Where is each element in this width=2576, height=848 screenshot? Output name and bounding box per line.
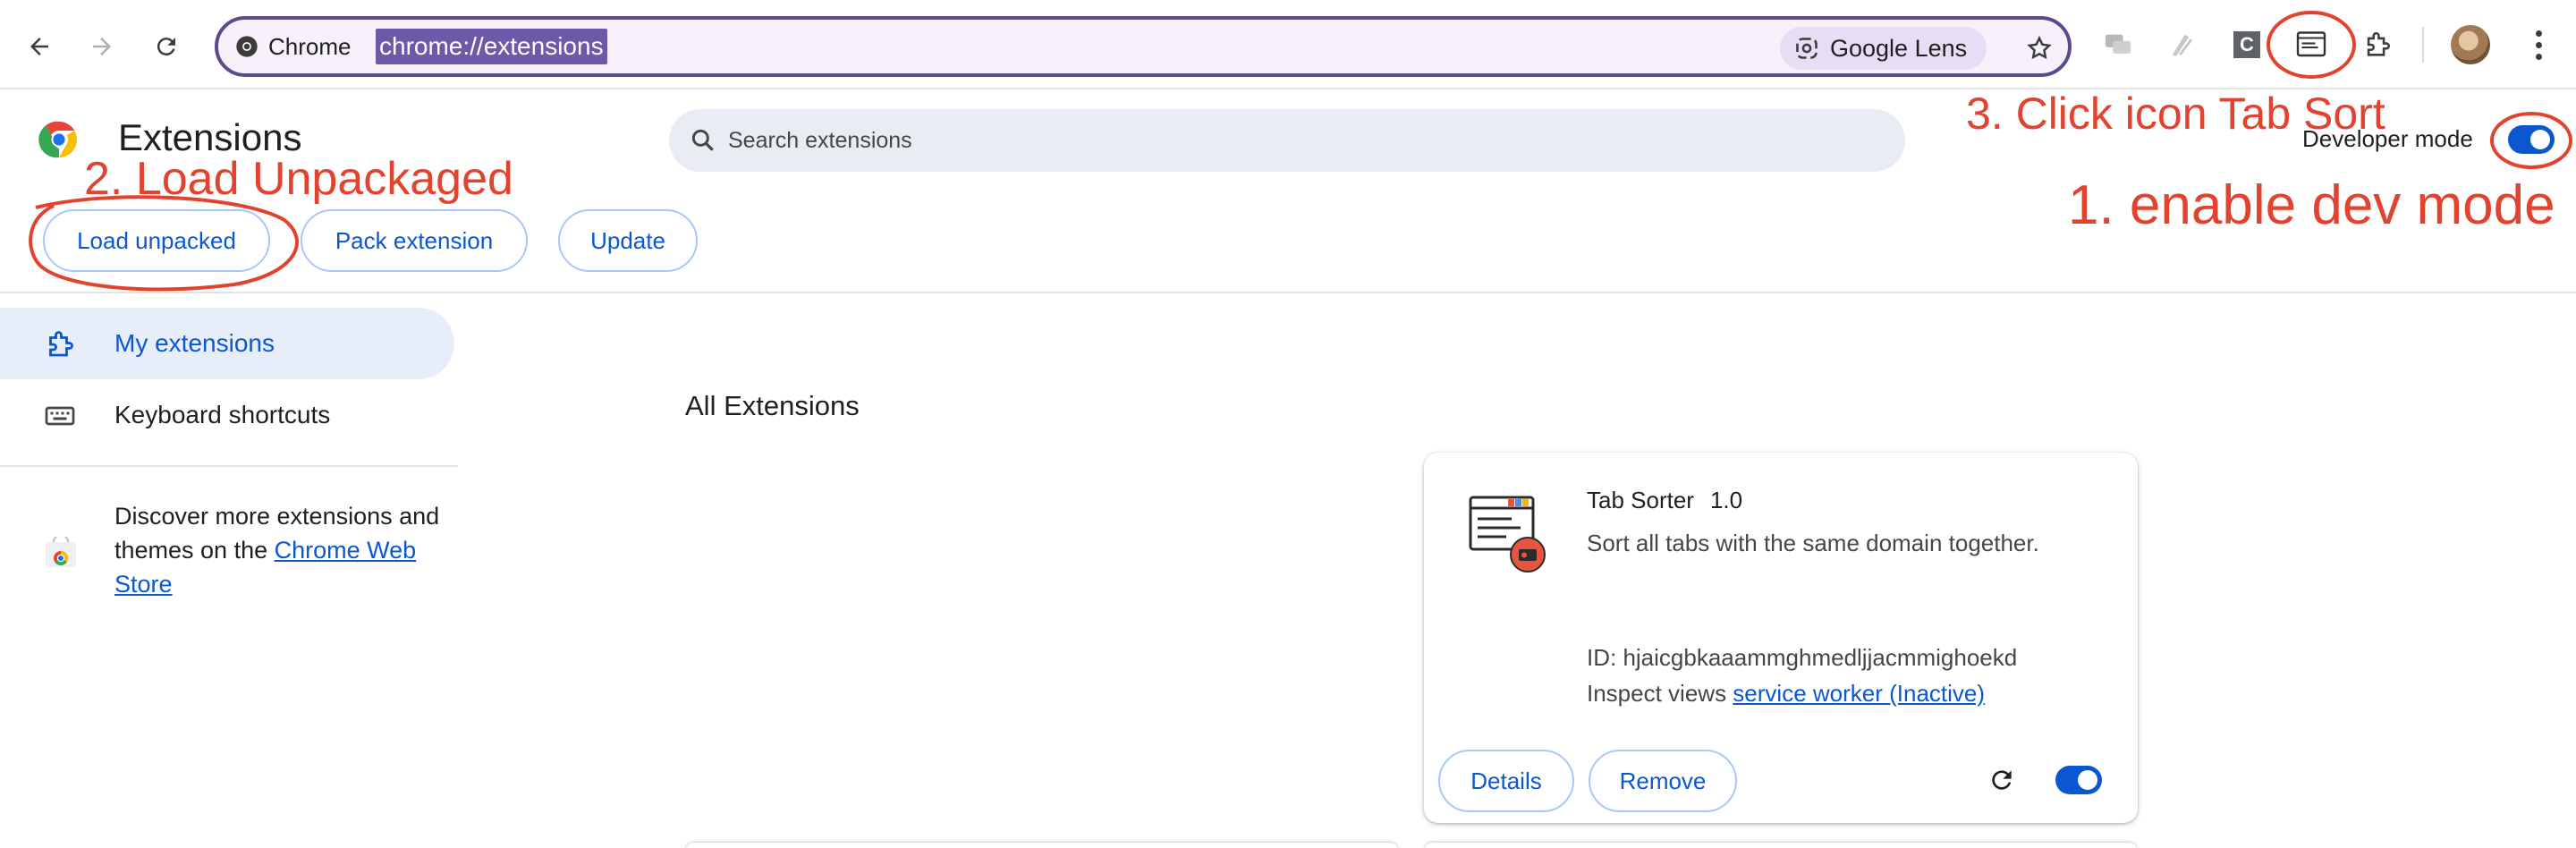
tab-sorter-extension-icon[interactable]	[2292, 25, 2331, 64]
puzzle-icon	[43, 327, 77, 361]
sidebar-divider	[0, 465, 458, 467]
more-menu-icon[interactable]	[2521, 23, 2556, 66]
browser-toolbar: Chrome chrome://extensions Google Lens C	[0, 0, 2576, 89]
google-lens-label: Google Lens	[1830, 35, 1968, 62]
search-box[interactable]	[669, 109, 1905, 172]
annotation-step2: 2. Load Unpackaged	[84, 153, 513, 205]
extension-id: ID: hjaicgbkaaammghmedljjacmmighoekd	[1587, 644, 2018, 671]
origin-chip-label: Chrome	[268, 32, 352, 60]
service-worker-link[interactable]: service worker (Inactive)	[1733, 680, 1985, 707]
origin-chip[interactable]: Chrome	[234, 29, 351, 64]
extension-version: 1.0	[1709, 487, 1743, 513]
annotation-step3: 3. Click icon Tab Sort	[1966, 89, 2385, 139]
forward-arrow-icon[interactable]	[82, 21, 122, 72]
inspect-views-label: Inspect views	[1587, 680, 1733, 707]
c-extension-icon[interactable]: C	[2227, 25, 2267, 64]
tab-sorter-icon	[1469, 496, 1546, 572]
extension-description: Sort all tabs with the same domain toget…	[1587, 530, 2039, 556]
extension-card-partial	[685, 843, 1399, 848]
pack-extension-button[interactable]: Pack extension	[301, 209, 528, 272]
toolbar-divider	[2422, 27, 2424, 63]
section-title: All Extensions	[685, 390, 860, 421]
sidebar-item-label: My extensions	[114, 329, 275, 357]
extension-name: Tab Sorter	[1587, 487, 1694, 513]
extension-card-partial	[1424, 843, 2138, 848]
inspect-views: Inspect views service worker (Inactive)	[1587, 680, 1985, 708]
developer-mode-toggle[interactable]	[2508, 125, 2555, 154]
keyboard-icon	[43, 399, 77, 433]
pen-extension-icon[interactable]	[2163, 25, 2202, 64]
annotation-step1: 1. enable dev mode	[2068, 174, 2555, 236]
google-lens-icon	[1796, 38, 1818, 59]
chrome-logo-icon	[38, 121, 77, 158]
chat-extension-icon[interactable]	[2098, 25, 2138, 64]
chrome-icon	[236, 36, 258, 57]
sidebar-item-my-extensions[interactable]: My extensions	[0, 308, 454, 379]
load-unpacked-button[interactable]: Load unpacked	[43, 209, 270, 272]
remove-button[interactable]: Remove	[1589, 750, 1737, 812]
discover-text: Discover more extensions and themes on t…	[114, 499, 454, 601]
search-icon	[691, 129, 714, 151]
reload-extension-icon[interactable]	[1984, 762, 2020, 798]
search-input[interactable]	[728, 109, 1873, 172]
extension-card: Tab Sorter 1.0 Sort all tabs with the sam…	[1424, 453, 2138, 823]
extension-enable-toggle[interactable]	[2055, 766, 2102, 794]
profile-avatar[interactable]	[2451, 25, 2490, 64]
bookmark-star-icon[interactable]	[2020, 29, 2059, 68]
web-store-icon	[46, 537, 76, 567]
update-button[interactable]: Update	[558, 209, 698, 272]
sidebar-item-keyboard-shortcuts[interactable]: Keyboard shortcuts	[0, 379, 454, 451]
address-bar[interactable]: Chrome chrome://extensions Google Lens	[215, 16, 2072, 77]
extension-name-row: Tab Sorter 1.0	[1587, 487, 1742, 514]
header-divider	[0, 292, 2576, 293]
extensions-puzzle-icon[interactable]	[2358, 25, 2397, 64]
sidebar-item-label: Keyboard shortcuts	[114, 401, 331, 428]
reload-icon[interactable]	[147, 21, 186, 72]
back-arrow-icon[interactable]	[20, 21, 59, 72]
c-extension-letter: C	[2233, 31, 2260, 58]
details-button[interactable]: Details	[1438, 750, 1574, 812]
url-text[interactable]: chrome://extensions	[376, 29, 607, 64]
google-lens-button[interactable]: Google Lens	[1780, 27, 1987, 70]
